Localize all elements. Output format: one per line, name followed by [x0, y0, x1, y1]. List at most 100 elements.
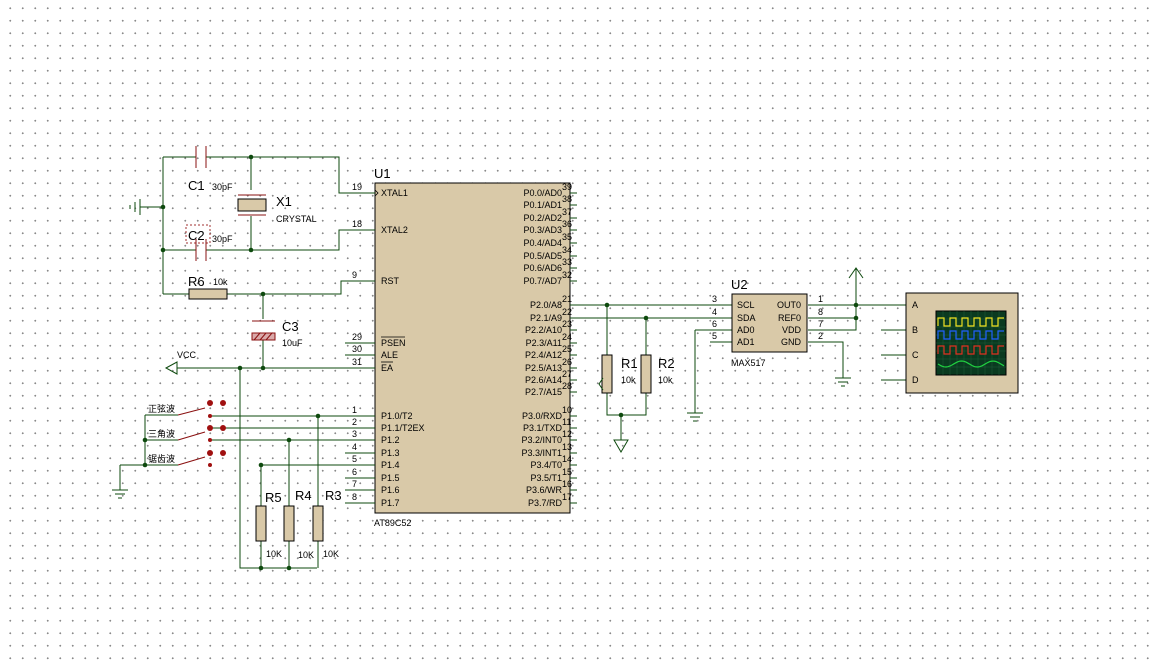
c2-ref: C2	[188, 228, 205, 243]
oscilloscope[interactable]: A B C D	[905, 292, 1019, 394]
pin-number: 2	[352, 417, 357, 427]
capacitor-c1[interactable]: C1 30pF	[188, 146, 233, 193]
r2-ref: R2	[658, 356, 675, 371]
pin-number: 4	[712, 307, 717, 317]
pin-number: 11	[562, 417, 571, 427]
resistor-r3[interactable]: R3 10K	[312, 488, 342, 559]
scope-channel-D: D	[912, 375, 919, 385]
switch-sawtooth-label: 锯齿波	[148, 453, 175, 464]
pin-number: 1	[352, 405, 357, 415]
pin-name: PSEN	[381, 338, 406, 348]
pin-number: 39	[562, 182, 572, 192]
u2-right-pins: 1 OUT0 8 REF0 7 VDD 2 GND	[777, 294, 823, 347]
pin-name: P0.4/AD4	[523, 238, 562, 248]
ground-symbol-pullups	[613, 439, 629, 453]
capacitor-c3[interactable]: C3 10uF	[251, 319, 303, 348]
resistor-r6[interactable]: R6 10k	[188, 274, 228, 300]
pin-name: P2.3/A11	[526, 338, 562, 348]
pin-name: ALE	[381, 350, 398, 360]
resistor-r2[interactable]: R2 10k	[640, 354, 675, 394]
pin-name: EA	[381, 363, 393, 373]
pin-number: 5	[712, 331, 717, 341]
pin-name: XTAL1	[381, 188, 408, 198]
pin-number: 9	[352, 270, 357, 280]
r5-ref: R5	[265, 490, 282, 505]
pin-name: P1.2	[381, 435, 400, 445]
pin-number: 34	[562, 245, 572, 255]
dac-u2[interactable]: U2 MAX517 3 SCL 4 SDA 6 AD0 5 AD1 1 OUT0 8 REF0 7 VD…	[712, 277, 823, 368]
pin-name: P1.4	[381, 460, 400, 470]
pin-number: 7	[352, 479, 357, 489]
pin-number: 21	[562, 294, 572, 304]
pin-name: P3.7/RD	[528, 498, 563, 508]
pin-number: 8	[818, 307, 823, 317]
pin-number: 6	[712, 319, 717, 329]
pin-name: RST	[381, 276, 400, 286]
pin-name: P2.5/A13	[525, 363, 562, 373]
r1-ref: R1	[621, 356, 638, 371]
pin-number: 38	[562, 194, 572, 204]
pin-name: P0.3/AD3	[523, 225, 562, 235]
c3-ref: C3	[282, 319, 299, 334]
pin-name: XTAL2	[381, 225, 408, 235]
pin-name: P3.4/T0	[530, 460, 562, 470]
pin-number: 18	[352, 219, 362, 229]
pin-number: 14	[562, 454, 572, 464]
pin-number: 3	[352, 429, 357, 439]
pin-name: P2.0/A8	[530, 300, 562, 310]
pin-name: P3.5/T1	[530, 473, 562, 483]
waveform-switches[interactable]: 正弦波 三角波 锯齿波	[145, 400, 226, 467]
pin-name: REF0	[778, 313, 801, 323]
pin-number: 16	[562, 479, 572, 489]
pin-name: P2.4/A12	[525, 350, 562, 360]
r3-ref: R3	[325, 488, 342, 503]
x1-value: CRYSTAL	[276, 214, 317, 224]
switch-sine[interactable]: 正弦波	[145, 400, 226, 418]
capacitor-c2[interactable]: C2 30pF	[185, 224, 233, 261]
x1-ref: X1	[276, 194, 292, 209]
c3-value: 10uF	[282, 338, 303, 348]
pin-number: 25	[562, 344, 572, 354]
u2-ref: U2	[731, 277, 748, 292]
pin-name: P3.3/INT1	[521, 448, 562, 458]
pin-name: P2.6/A14	[525, 375, 562, 385]
c1-value: 30pF	[212, 182, 233, 192]
scope-channel-A: A	[912, 300, 918, 310]
pin-name: P2.1/A9	[530, 313, 562, 323]
pin-name: AD1	[737, 337, 755, 347]
pin-number: 33	[562, 257, 572, 267]
scope-channel-C: C	[912, 350, 919, 360]
mcu-u1[interactable]: U1 AT89C52 19XTAL118XTAL29RST29PSEN30ALE…	[345, 166, 577, 528]
switch-triangle-label: 三角波	[148, 428, 175, 439]
pin-number: 12	[562, 429, 572, 439]
r5-value: 10K	[266, 549, 282, 559]
pin-name: P0.6/AD6	[523, 263, 562, 273]
pin-name: AD0	[737, 325, 755, 335]
pin-name: P2.2/A10	[525, 325, 562, 335]
resistor-r1[interactable]: R1 10k	[598, 354, 638, 394]
pin-number: 26	[562, 357, 572, 367]
pin-name: SDA	[737, 313, 756, 323]
r2-value: 10k	[658, 375, 673, 385]
pin-name: P0.7/AD7	[523, 276, 562, 286]
pin-number: 7	[818, 319, 823, 329]
switch-sawtooth[interactable]: 锯齿波	[145, 450, 226, 467]
pin-number: 30	[352, 344, 362, 354]
r4-value: 10K	[298, 550, 314, 560]
pin-number: 4	[352, 442, 357, 452]
pin-number: 5	[352, 454, 357, 464]
pin-number: 28	[562, 381, 572, 391]
pin-number: 22	[562, 307, 572, 317]
u1-part: AT89C52	[374, 518, 411, 528]
pin-number: 2	[818, 331, 823, 341]
crystal-x1[interactable]: X1 CRYSTAL	[237, 194, 317, 224]
r1-value: 10k	[621, 375, 636, 385]
pin-number: 23	[562, 319, 572, 329]
switch-sine-label: 正弦波	[148, 403, 175, 414]
pin-name: P0.2/AD2	[523, 213, 562, 223]
pin-name: P0.0/AD0	[523, 188, 562, 198]
pin-number: 17	[562, 492, 572, 502]
pin-name: P1.5	[381, 473, 400, 483]
resistor-r5[interactable]: R5 10K	[255, 490, 282, 559]
pin-name: P1.3	[381, 448, 400, 458]
